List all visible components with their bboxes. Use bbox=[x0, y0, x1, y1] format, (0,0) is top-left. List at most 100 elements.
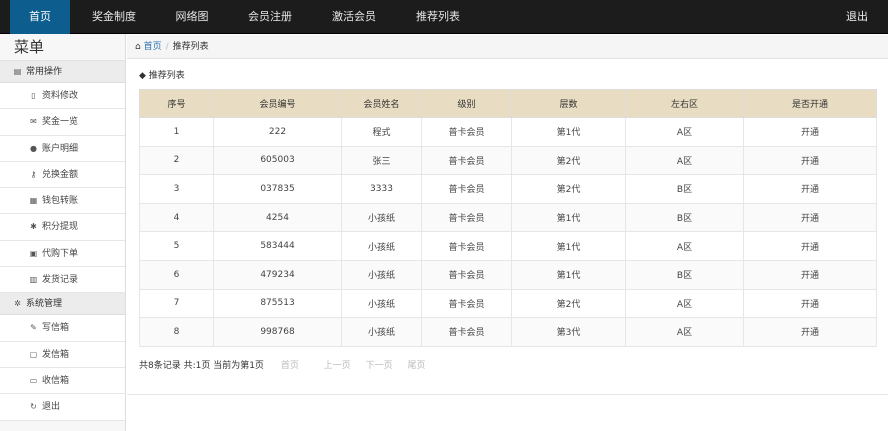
cell-layer: 第1代 bbox=[511, 231, 626, 261]
sidebar-group-label: 常用操作 bbox=[26, 67, 63, 77]
form-icon: ▣ bbox=[29, 248, 38, 258]
cell-level: 普卡会员 bbox=[421, 117, 512, 147]
cell-zone: A区 bbox=[625, 231, 744, 261]
sidebar-item-shipping-records[interactable]: ▥ 发货记录 bbox=[0, 267, 125, 294]
col-header-member-id: 会员编号 bbox=[213, 89, 342, 118]
cell-member-id: 998768 bbox=[213, 317, 342, 347]
list-icon: ▤ bbox=[13, 67, 22, 76]
nav-member-register[interactable]: 会员注册 bbox=[238, 0, 302, 34]
top-navbar: 首页 奖金制度 网络图 会员注册 激活会员 推荐列表 退出 bbox=[0, 0, 888, 34]
sidebar-item-points-withdraw[interactable]: ✱ 积分提现 bbox=[0, 214, 125, 241]
sidebar-item-write-mail[interactable]: ✎ 写信箱 bbox=[0, 315, 125, 342]
nav-activate-member[interactable]: 激活会员 bbox=[322, 0, 386, 34]
cell-level: 普卡会员 bbox=[421, 145, 512, 176]
nav-home[interactable]: 首页 bbox=[10, 0, 70, 34]
cell-index: 8 bbox=[139, 317, 214, 347]
pagination: 共8条记录 共:1页 当前为第1页 首页 上一页 下一页 尾页 bbox=[139, 358, 426, 371]
cell-index: 1 bbox=[139, 117, 214, 147]
sidebar-group-label: 系统管理 bbox=[26, 299, 63, 310]
nav-referral-list[interactable]: 推荐列表 bbox=[406, 0, 470, 34]
pager-next-button[interactable]: 下一页 bbox=[366, 361, 393, 371]
home-icon: ⌂ bbox=[135, 42, 141, 52]
table-row: 4 4254 小孩纸 普卡会员 第1代 B区 开通 bbox=[139, 202, 877, 233]
cell-index: 3 bbox=[139, 174, 214, 204]
sidebar-group-common[interactable]: ▤ 常用操作 bbox=[0, 61, 125, 83]
referral-table: 序号 会员编号 会员姓名 级别 层数 左右区 是否开通 1 222 程式 普卡会员 第1… bbox=[139, 89, 877, 347]
sidebar-item-bonus-overview[interactable]: ✉ 奖金一览 bbox=[0, 109, 125, 136]
sidebar-item-outbox[interactable]: ▢ 发信箱 bbox=[0, 341, 125, 368]
logout-link[interactable]: 退出 bbox=[846, 0, 868, 34]
nav-network-chart[interactable]: 网络图 bbox=[162, 0, 222, 34]
sidebar-item-purchase-order[interactable]: ▣ 代购下单 bbox=[0, 240, 125, 268]
key-icon: ⚷ bbox=[30, 169, 37, 179]
wrench-icon: ✎ bbox=[30, 323, 37, 333]
sidebar-group-system[interactable]: ✲ 系统管理 bbox=[0, 293, 125, 316]
cell-zone: A区 bbox=[625, 317, 744, 347]
sidebar: 菜单 ▤ 常用操作 ▯ 资料修改 ✉ 奖金一览 ● 账户明细 ⚷ 兑换金额 ▦ 钱包转账 ✱… bbox=[0, 34, 126, 431]
table-row: 6 479234 小孩纸 普卡会员 第1代 B区 开通 bbox=[139, 259, 877, 290]
sidebar-item-label: 发货记录 bbox=[42, 275, 79, 286]
cell-layer: 第1代 bbox=[511, 202, 626, 233]
table-row: 7 875513 小孩纸 普卡会员 第2代 A区 开通 bbox=[139, 288, 877, 319]
cell-member-id: 583444 bbox=[213, 231, 342, 261]
cell-index: 7 bbox=[139, 288, 214, 319]
table-row: 2 605003 张三 普卡会员 第2代 A区 开通 bbox=[139, 145, 877, 176]
sidebar-item-wallet-transfer[interactable]: ▦ 钱包转账 bbox=[0, 188, 125, 215]
table-row: 3 037835 3333 普卡会员 第2代 B区 开通 bbox=[139, 174, 877, 204]
sidebar-title: 菜单 bbox=[0, 34, 125, 61]
col-header-activated: 是否开通 bbox=[743, 89, 877, 118]
sidebar-item-inbox[interactable]: ▭ 收信箱 bbox=[0, 367, 125, 395]
cell-index: 2 bbox=[139, 145, 214, 176]
cell-layer: 第1代 bbox=[511, 259, 626, 290]
cell-layer: 第2代 bbox=[511, 288, 626, 319]
pager-last-button[interactable]: 尾页 bbox=[407, 361, 425, 371]
refresh-icon: ↻ bbox=[30, 402, 37, 412]
breadcrumb-home[interactable]: 首页 bbox=[144, 42, 162, 52]
divider bbox=[127, 394, 888, 395]
sidebar-item-account-details[interactable]: ● 账户明细 bbox=[0, 135, 125, 162]
cell-activated: 开通 bbox=[743, 259, 877, 290]
pager-first-button[interactable]: 首页 bbox=[281, 361, 299, 371]
trash-icon: ▢ bbox=[29, 349, 38, 359]
cell-member-id: 037835 bbox=[213, 174, 342, 204]
cell-member-name: 3333 bbox=[341, 174, 422, 204]
pagination-summary: 共8条记录 共:1页 当前为第1页 bbox=[139, 361, 264, 371]
cell-activated: 开通 bbox=[743, 145, 877, 176]
cell-activated: 开通 bbox=[743, 202, 877, 233]
nav-bonus-system[interactable]: 奖金制度 bbox=[84, 0, 144, 34]
cell-level: 普卡会员 bbox=[421, 202, 512, 233]
col-header-layer: 层数 bbox=[511, 89, 626, 118]
breadcrumb-current: 推荐列表 bbox=[172, 42, 209, 52]
cell-layer: 第2代 bbox=[511, 174, 626, 204]
cell-member-name: 小孩纸 bbox=[341, 259, 422, 290]
sidebar-item-label: 资料修改 bbox=[42, 91, 79, 101]
sidebar-item-logout[interactable]: ↻ 退出 bbox=[0, 394, 125, 421]
cell-member-name: 小孩纸 bbox=[341, 288, 422, 319]
col-header-index: 序号 bbox=[139, 89, 214, 118]
col-header-member-name: 会员姓名 bbox=[341, 89, 422, 118]
sidebar-item-label: 发信箱 bbox=[42, 349, 70, 360]
pager-prev-button[interactable]: 上一页 bbox=[324, 361, 351, 371]
cell-zone: B区 bbox=[625, 174, 744, 204]
cell-layer: 第1代 bbox=[511, 117, 626, 147]
cell-member-id: 4254 bbox=[213, 202, 342, 233]
sidebar-item-edit-profile[interactable]: ▯ 资料修改 bbox=[0, 83, 125, 110]
cell-member-id: 222 bbox=[213, 117, 342, 147]
sidebar-item-exchange-amount[interactable]: ⚷ 兑换金额 bbox=[0, 161, 125, 189]
cell-member-name: 小孩纸 bbox=[341, 317, 422, 347]
col-header-level: 级别 bbox=[421, 89, 512, 118]
cell-zone: B区 bbox=[625, 202, 744, 233]
cell-zone: A区 bbox=[625, 117, 744, 147]
table-row: 5 583444 小孩纸 普卡会员 第1代 A区 开通 bbox=[139, 231, 877, 261]
cell-index: 6 bbox=[139, 259, 214, 290]
cell-activated: 开通 bbox=[743, 288, 877, 319]
section-title-text: 推荐列表 bbox=[148, 71, 185, 81]
cell-zone: B区 bbox=[625, 259, 744, 290]
cell-index: 4 bbox=[139, 202, 214, 233]
cell-member-id: 605003 bbox=[213, 145, 342, 176]
cell-activated: 开通 bbox=[743, 317, 877, 347]
sidebar-item-label: 账户明细 bbox=[42, 143, 79, 154]
cell-zone: A区 bbox=[625, 145, 744, 176]
cell-layer: 第3代 bbox=[511, 317, 626, 347]
cell-member-name: 张三 bbox=[341, 145, 422, 176]
